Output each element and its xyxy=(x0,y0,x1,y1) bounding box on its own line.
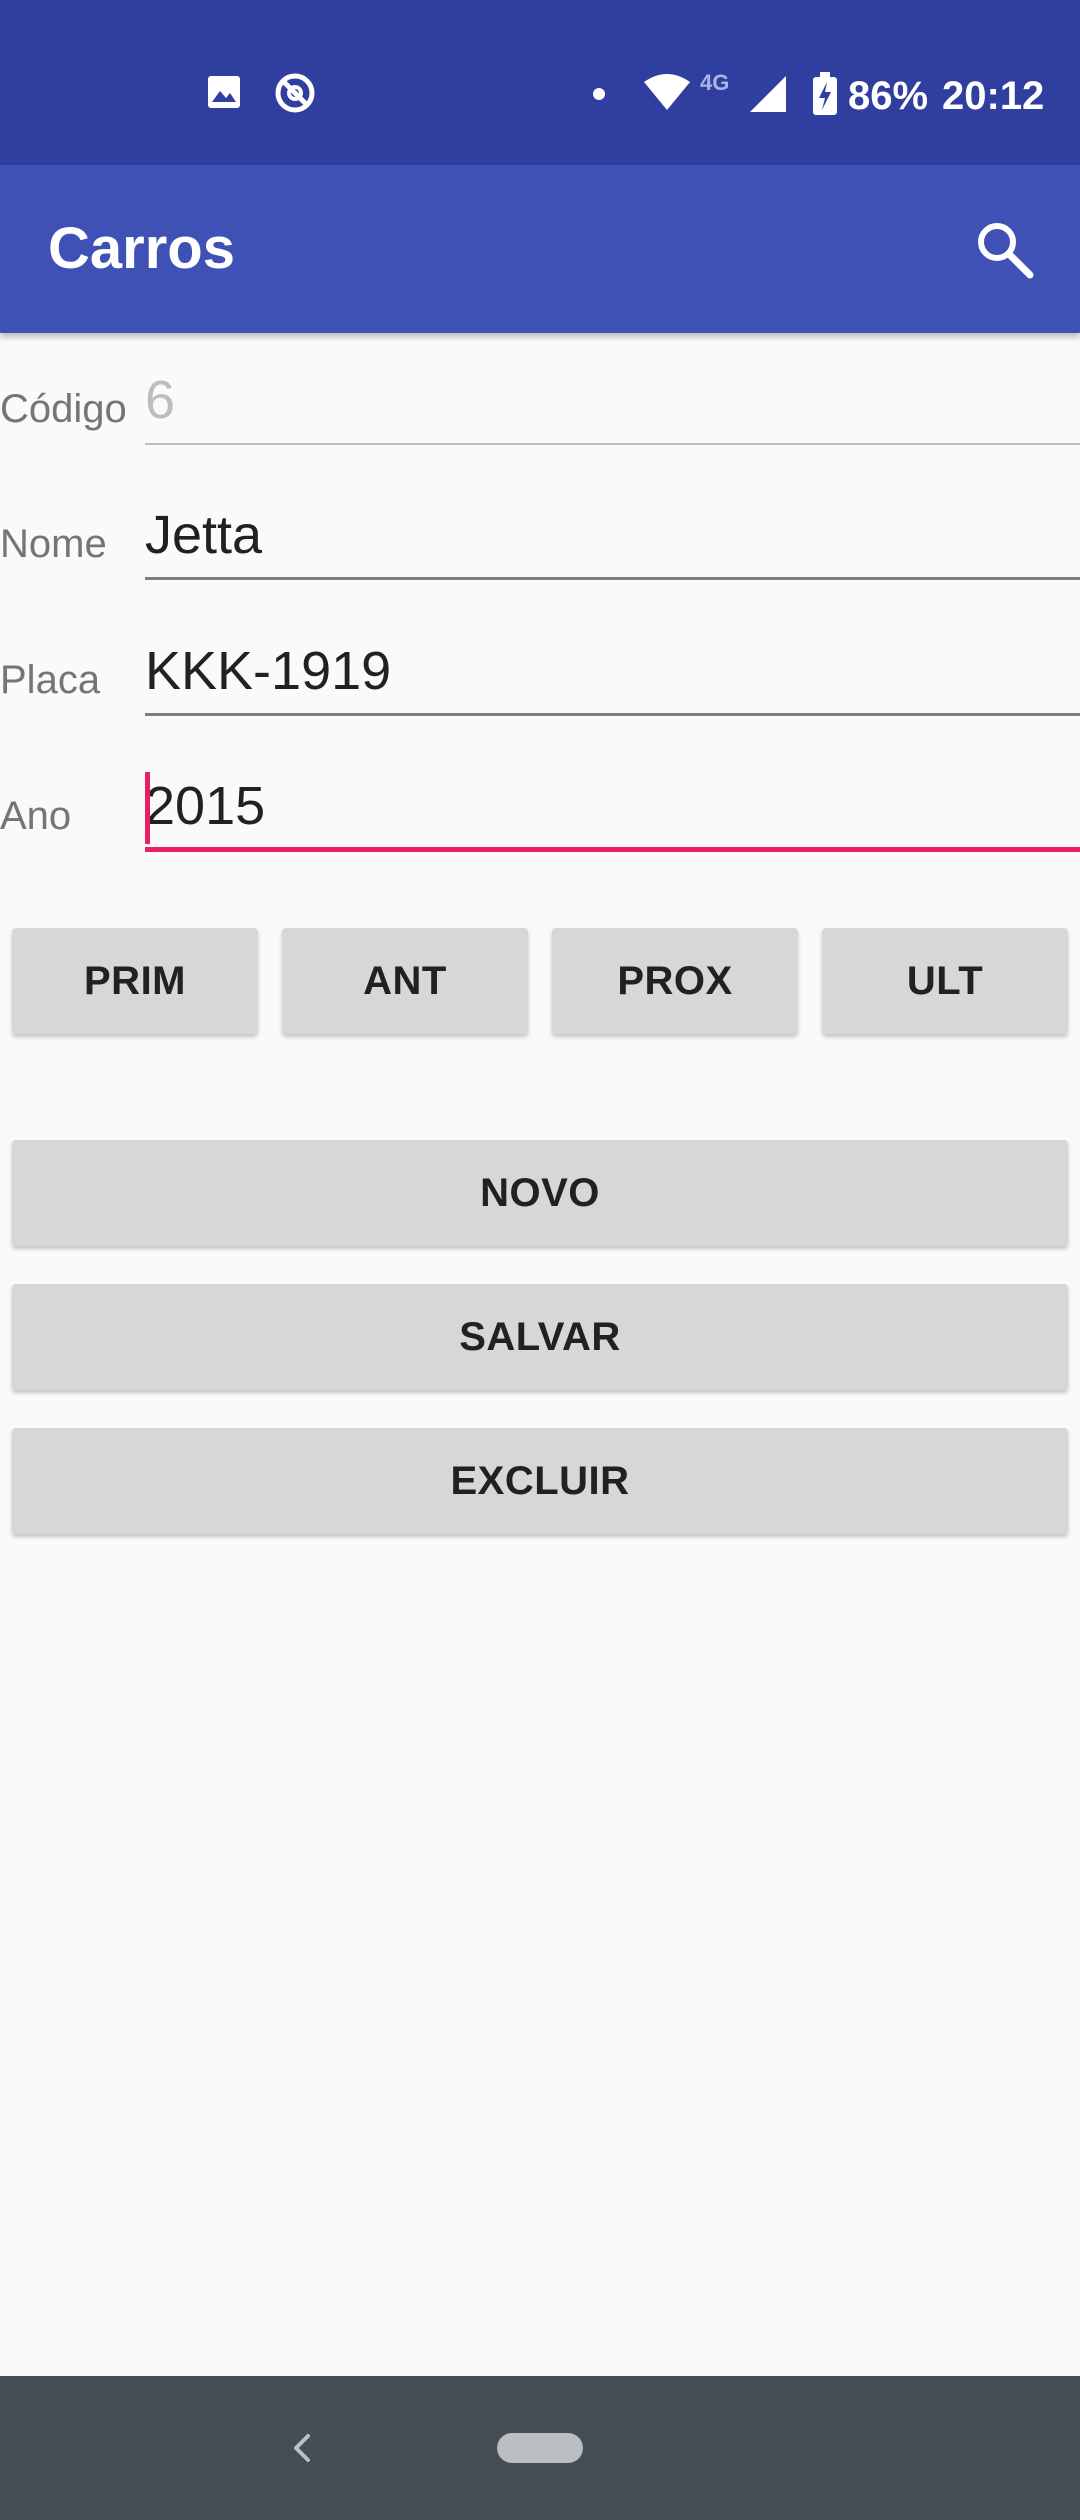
ano-row: Ano xyxy=(0,772,1080,892)
system-nav-bar xyxy=(0,2376,1080,2520)
nome-row: Nome xyxy=(0,500,1080,620)
clock-time: 20:12 xyxy=(942,74,1045,118)
network-type-label: 4G xyxy=(700,70,730,95)
new-button[interactable]: NOVO xyxy=(12,1140,1068,1246)
codigo-field xyxy=(145,365,1080,445)
save-button[interactable]: SALVAR xyxy=(12,1284,1068,1390)
codigo-row: Código xyxy=(0,365,1080,485)
battery-percent: 86% xyxy=(848,74,929,118)
codigo-label: Código xyxy=(0,387,127,431)
image-icon xyxy=(208,76,240,108)
back-chevron-icon xyxy=(294,2434,310,2462)
previous-record-button[interactable]: ANT xyxy=(282,928,528,1034)
next-record-button[interactable]: PROX xyxy=(552,928,798,1034)
delete-button[interactable]: EXCLUIR xyxy=(12,1428,1068,1534)
placa-label: Placa xyxy=(0,658,101,702)
placa-row: Placa xyxy=(0,636,1080,756)
text-cursor xyxy=(145,772,150,844)
notification-dot-icon xyxy=(593,88,605,100)
search-button[interactable] xyxy=(970,215,1038,283)
ano-label: Ano xyxy=(0,794,72,838)
ano-field[interactable] xyxy=(145,772,1080,852)
sync-disabled-icon xyxy=(275,73,315,113)
status-bar: 4G 86% 20:12 xyxy=(0,0,1080,165)
back-button[interactable] xyxy=(282,2428,322,2468)
placa-field[interactable] xyxy=(145,636,1080,716)
last-record-button[interactable]: ULT xyxy=(822,928,1068,1034)
nome-field[interactable] xyxy=(145,500,1080,580)
app-bar: Carros xyxy=(0,165,1080,333)
wifi-icon xyxy=(644,74,690,110)
battery-charging-icon xyxy=(813,72,837,115)
page-title: Carros xyxy=(48,216,235,281)
search-icon xyxy=(978,223,1034,279)
signal-icon xyxy=(750,76,786,112)
nome-label: Nome xyxy=(0,522,107,566)
home-pill-icon[interactable] xyxy=(497,2433,583,2463)
first-record-button[interactable]: PRIM xyxy=(12,928,258,1034)
